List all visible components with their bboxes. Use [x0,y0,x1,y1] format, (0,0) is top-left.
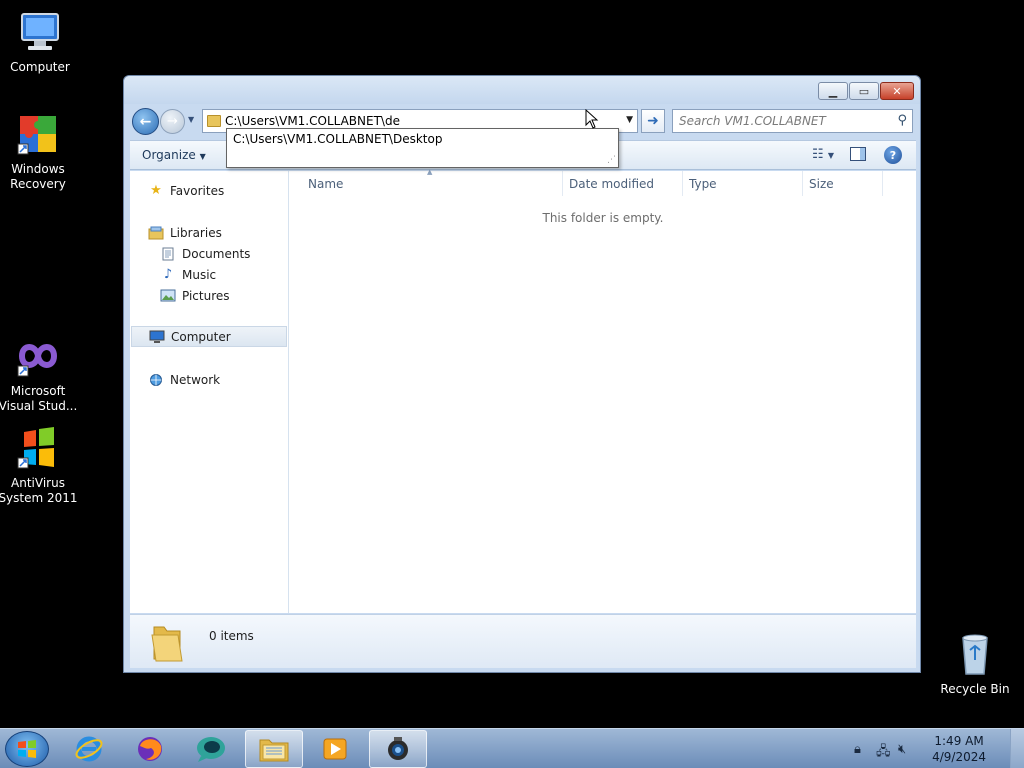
show-desktop-button[interactable] [1010,729,1024,768]
desktop-icon-label: Microsoft Visual Stud... [0,384,78,413]
desktop-icon-recycle-bin[interactable]: Recycle Bin [935,630,1015,697]
nav-item-computer[interactable]: Computer [131,326,287,347]
desktop-icon-visual-studio[interactable]: Microsoft Visual Stud... [0,332,78,414]
title-bar[interactable]: ▁ ▭ ✕ [124,76,920,104]
recycle-bin-icon [951,630,999,678]
start-button[interactable] [5,731,49,767]
chevron-down-icon: ▼ [199,152,206,161]
mouse-cursor-icon [585,108,599,132]
navigation-pane[interactable]: ★ Favorites Libraries Documents ♪ Music Pi… [130,171,289,613]
window-controls: ▁ ▭ ✕ [818,82,914,100]
minimize-button[interactable]: ▁ [818,82,848,100]
taskbar: 🔒︎ 🖧︎ 🔇︎ 1:49 AM 4/9/2024 [0,728,1024,768]
help-button[interactable]: ? [884,146,902,164]
details-pane: 0 items [130,614,916,668]
computer-icon [149,330,165,344]
column-header-name[interactable]: Name ▲ [290,168,563,196]
column-header-size[interactable]: Size [803,171,883,196]
folder-icon [259,739,289,762]
desktop-icon-label: Windows Recovery [10,162,66,191]
preview-pane-button[interactable] [850,147,866,161]
forward-button[interactable]: → [160,109,185,134]
go-arrow-icon: ➜ [647,113,659,129]
item-count: 0 items [209,629,254,643]
autocomplete-item[interactable]: C:\Users\VM1.COLLABNET\Desktop [227,129,618,149]
windows-logo-icon [14,424,62,472]
chat-bubble-icon [197,737,225,762]
file-list[interactable]: Name ▲ Date modified Type Size This fold… [290,168,916,613]
computer-icon [16,8,64,56]
nav-item-favorites[interactable]: ★ Favorites [148,180,224,201]
clock-date: 4/9/2024 [932,750,986,764]
taskbar-media-player[interactable] [306,730,364,768]
folder-icon [207,115,221,127]
clock-time: 1:49 AM [934,734,984,748]
desktop-icon-label: Recycle Bin [940,682,1010,696]
desktop-icon-label: AntiVirus System 2011 [0,476,78,505]
taskbar-internet-explorer[interactable] [60,730,118,768]
visual-studio-icon [14,332,62,380]
chevron-down-icon: ▼ [827,151,834,160]
search-icon[interactable]: ⚲ [897,113,907,128]
libraries-icon [148,226,164,240]
nav-item-music[interactable]: ♪ Music [160,264,216,285]
address-autocomplete: C:\Users\VM1.COLLABNET\Desktop ⋰ [226,128,619,168]
folder-icon [150,621,186,663]
internet-explorer-icon [75,736,103,762]
content-area: ★ Favorites Libraries Documents ♪ Music Pi… [130,168,916,613]
network-icon [148,373,164,387]
column-header-date-modified[interactable]: Date modified [563,171,683,196]
star-icon: ★ [150,183,162,198]
column-header-type[interactable]: Type [683,171,803,196]
resize-grip-icon[interactable]: ⋰ [607,155,616,165]
pictures-icon [160,289,176,303]
network-tray-icon[interactable]: 🖧︎ [876,742,891,764]
desktop-icon-computer[interactable]: Computer [0,8,80,75]
puzzle-icon [14,110,62,158]
desktop-icon-label: Computer [10,60,70,74]
empty-folder-message: This folder is empty. [542,211,664,225]
organize-button[interactable]: Organize ▼ [142,148,206,162]
search-input[interactable] [679,112,884,130]
clock[interactable]: 1:49 AM 4/9/2024 [932,733,986,765]
desktop-icon-windows-recovery[interactable]: Windows Recovery [0,110,78,192]
nav-item-pictures[interactable]: Pictures [160,285,230,306]
media-player-icon [323,738,347,760]
taskbar-firefox[interactable] [121,730,179,768]
taskbar-capture-app[interactable] [369,730,427,768]
close-button[interactable]: ✕ [880,82,914,100]
documents-icon [160,247,176,261]
system-tray: 🔒︎ 🖧︎ 🔇︎ 1:49 AM 4/9/2024 [854,729,1024,768]
security-icon[interactable]: 🔒︎ [854,742,861,757]
close-icon: ✕ [892,84,902,98]
camera-icon [388,737,408,760]
nav-item-network[interactable]: Network [148,369,220,390]
sort-arrow-icon: ▲ [427,168,433,176]
firefox-icon [138,737,162,761]
recent-pages-button[interactable]: ▼ [188,115,194,124]
chevron-down-icon: ▼ [188,115,195,124]
nav-item-libraries[interactable]: Libraries [148,222,222,243]
nav-item-documents[interactable]: Documents [160,243,250,264]
volume-muted-icon[interactable]: 🔇︎ [898,742,906,757]
go-button[interactable]: ➜ [641,109,665,133]
maximize-icon: ▭ [858,84,870,98]
arrow-left-icon: ← [139,113,152,130]
help-icon: ? [889,148,897,162]
windows-logo-icon [18,740,36,758]
minimize-icon: ▁ [828,84,838,98]
maximize-button[interactable]: ▭ [849,82,879,100]
taskbar-chat-app[interactable] [182,730,240,768]
music-icon: ♪ [163,267,173,282]
desktop-icon-antivirus[interactable]: AntiVirus System 2011 [0,424,78,506]
back-button[interactable]: ← [132,108,159,135]
view-list-icon: ☷ [812,147,824,162]
taskbar-windows-explorer[interactable] [245,730,303,768]
change-view-button[interactable]: ☷ ▼ [812,147,834,162]
search-box[interactable]: ⚲ [672,109,913,133]
address-dropdown-icon[interactable]: ▼ [626,115,633,125]
arrow-right-icon: → [167,114,178,129]
